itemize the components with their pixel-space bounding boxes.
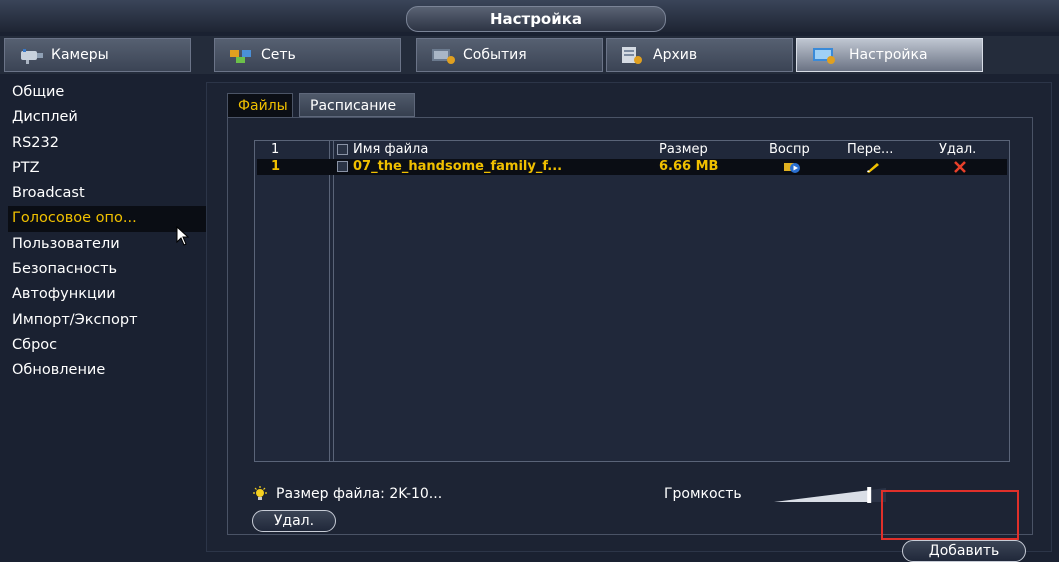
select-all-checkbox[interactable] bbox=[337, 144, 348, 155]
nav-tab-archive[interactable]: Архив bbox=[606, 38, 793, 72]
archive-icon bbox=[622, 47, 642, 64]
nav-tab-events[interactable]: События bbox=[416, 38, 603, 72]
header-delete: Удал. bbox=[939, 142, 977, 157]
header-play: Воспр bbox=[769, 142, 810, 157]
play-icon[interactable] bbox=[783, 160, 801, 174]
nav-tab-label: Сеть bbox=[261, 47, 296, 63]
sidebar-item-broadcast[interactable]: Broadcast bbox=[8, 181, 208, 206]
table-row[interactable]: 1 07_the_handsome_family_f... 6.66 MB bbox=[257, 159, 1007, 175]
files-panel: 1 Имя файла Размер Воспр Пере... Удал. 1… bbox=[227, 117, 1033, 562]
delete-button[interactable]: Удал. bbox=[252, 510, 336, 532]
column-divider bbox=[333, 141, 334, 461]
sidebar-item-import-export[interactable]: Импорт/Экспорт bbox=[8, 308, 208, 333]
content-area: Файлы Расписание 1 Имя файла Размер Восп… bbox=[206, 82, 1052, 562]
nav-tab-settings[interactable]: Настройка bbox=[796, 38, 983, 72]
sidebar-item-general[interactable]: Общие bbox=[8, 80, 208, 105]
volume-fill bbox=[774, 490, 870, 502]
delete-x-icon[interactable] bbox=[953, 161, 967, 173]
rename-pencil-icon[interactable] bbox=[865, 160, 881, 174]
sidebar-item-rs232[interactable]: RS232 bbox=[8, 131, 208, 156]
volume-slider-handle[interactable] bbox=[867, 487, 872, 503]
sidebar-item-auto-functions[interactable]: Автофункции bbox=[8, 282, 208, 307]
volume-slider[interactable] bbox=[774, 486, 886, 504]
mouse-cursor-icon bbox=[176, 226, 190, 246]
header-size: Размер bbox=[659, 142, 708, 157]
annotation-highlight-box bbox=[881, 490, 1019, 540]
add-button[interactable]: Добавить bbox=[902, 540, 1026, 562]
files-table: 1 Имя файла Размер Воспр Пере... Удал. 1… bbox=[254, 140, 1010, 462]
nav-tab-label: Архив bbox=[653, 47, 698, 63]
main-nav: Камеры Сеть События Архив Настройка bbox=[0, 36, 1059, 74]
nav-tab-label: Камеры bbox=[51, 47, 109, 63]
nav-tab-label: Настройка bbox=[849, 47, 928, 63]
sidebar-item-update[interactable]: Обновление bbox=[8, 358, 208, 383]
tab-schedule[interactable]: Расписание bbox=[299, 93, 415, 117]
sidebar-item-reset[interactable]: Сброс bbox=[8, 333, 208, 358]
header-index: 1 bbox=[271, 142, 280, 157]
table-header: 1 Имя файла Размер Воспр Пере... Удал. bbox=[257, 142, 1007, 158]
row-file-name: 07_the_handsome_family_f... bbox=[353, 159, 563, 174]
file-size-hint: Размер файла: 2K-10... bbox=[276, 486, 443, 502]
tab-files[interactable]: Файлы bbox=[227, 93, 293, 117]
column-divider bbox=[329, 141, 330, 461]
row-file-size: 6.66 MB bbox=[659, 159, 719, 174]
sidebar-item-display[interactable]: Дисплей bbox=[8, 105, 208, 130]
header-rename: Пере... bbox=[847, 142, 894, 157]
camera-icon bbox=[21, 49, 43, 64]
header-file-name: Имя файла bbox=[353, 142, 429, 157]
row-checkbox[interactable] bbox=[337, 161, 348, 172]
nav-tab-network[interactable]: Сеть bbox=[214, 38, 401, 72]
title-bar: Настройка bbox=[0, 0, 1059, 32]
events-icon bbox=[432, 49, 455, 64]
settings-icon bbox=[813, 48, 835, 64]
row-index: 1 bbox=[271, 159, 281, 174]
window-title: Настройка bbox=[406, 6, 666, 32]
nav-tab-cameras[interactable]: Камеры bbox=[4, 38, 191, 72]
sidebar-item-security[interactable]: Безопасность bbox=[8, 257, 208, 282]
network-icon bbox=[230, 50, 251, 63]
info-bulb-icon bbox=[253, 486, 267, 500]
nav-tab-label: События bbox=[463, 47, 527, 63]
volume-label: Громкость bbox=[664, 486, 742, 502]
sidebar-item-ptz[interactable]: PTZ bbox=[8, 156, 208, 181]
